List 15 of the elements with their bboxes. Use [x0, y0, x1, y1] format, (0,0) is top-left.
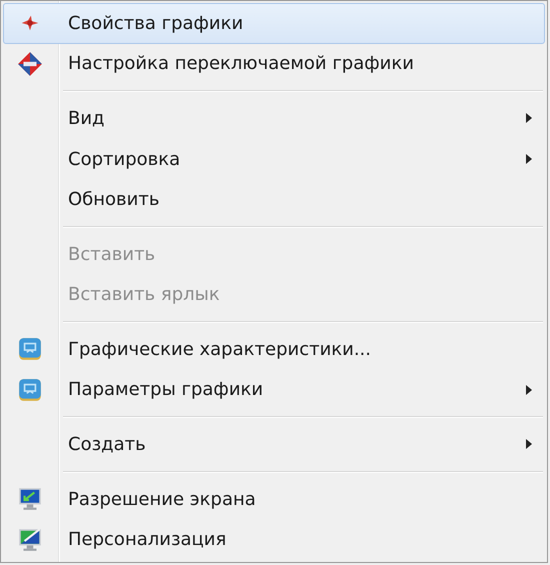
tile-icon [17, 376, 43, 403]
menu-item[interactable]: Графические характеристики... [3, 329, 545, 370]
menu-item[interactable]: Сортировка [3, 138, 545, 180]
tile-icon [17, 336, 43, 362]
menu-item[interactable]: Параметры графики [3, 370, 545, 410]
menu-item[interactable]: Настройка переключаемой графики [3, 44, 545, 84]
menu-item[interactable]: Свойства графики [3, 3, 545, 44]
monitor-icon [17, 486, 43, 512]
menu-item[interactable]: Вид [3, 98, 545, 139]
menu-item[interactable]: Создать [3, 424, 545, 465]
menu-item[interactable]: Разрешение экрана [3, 478, 545, 520]
menu-item[interactable]: Персонализация [3, 519, 545, 560]
diamond-icon [17, 50, 43, 77]
monitor-pen-icon [17, 526, 43, 553]
menu-item[interactable]: Обновить [3, 179, 545, 220]
